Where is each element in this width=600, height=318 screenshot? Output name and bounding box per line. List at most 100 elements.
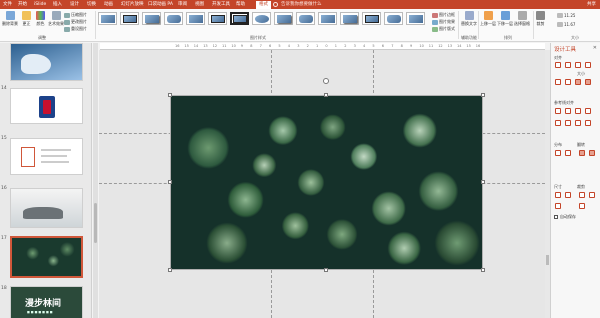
slide-canvas[interactable] xyxy=(99,50,545,318)
align-center-icon[interactable] xyxy=(565,62,571,68)
flip-horizontal-icon[interactable] xyxy=(579,150,585,156)
guide-align-icon[interactable] xyxy=(555,120,561,126)
slide-thumbnail-title[interactable]: 漫步林间 ■ ■ ■ ■ ■ ■ ■ xyxy=(10,286,83,318)
remove-background-button[interactable]: 删除背景 xyxy=(2,11,18,27)
slide-thumbnail-nba[interactable] xyxy=(10,88,83,124)
picture-style-4[interactable] xyxy=(164,12,183,25)
slide-thumbnail-map[interactable] xyxy=(10,43,83,81)
thumbnail-scrollbar[interactable] xyxy=(93,43,98,318)
tab-format[interactable]: 格式 xyxy=(256,1,271,9)
picture-style-9[interactable] xyxy=(274,12,293,25)
resize-handle[interactable] xyxy=(481,93,485,97)
picture-style-11[interactable] xyxy=(318,12,337,25)
distribute-vertical-icon[interactable] xyxy=(565,150,571,156)
slide-thumbnail-photo[interactable] xyxy=(10,188,83,228)
picture-style-1[interactable] xyxy=(98,12,117,25)
width-field[interactable]: 11.67 xyxy=(557,22,575,27)
corrections-button[interactable]: 更正 xyxy=(22,11,31,27)
resize-handle[interactable] xyxy=(481,180,485,184)
guide-align-icon[interactable] xyxy=(565,120,571,126)
picture-style-6[interactable] xyxy=(208,12,227,25)
tab-home[interactable]: 开始 xyxy=(18,1,27,8)
ruler-tick-label: 1 xyxy=(316,44,319,48)
same-height-icon[interactable] xyxy=(585,79,591,85)
picture-style-15[interactable] xyxy=(406,12,425,25)
resize-handle[interactable] xyxy=(481,268,485,272)
tab-animations[interactable]: 动画 xyxy=(104,1,113,8)
tab-review[interactable]: 审阅 xyxy=(178,1,187,8)
share-button[interactable]: 共享 xyxy=(587,1,596,8)
align-bottom-icon[interactable] xyxy=(565,79,571,85)
resize-handle[interactable] xyxy=(168,180,172,184)
slide-thumbnail-forest[interactable] xyxy=(10,236,83,278)
crop-icon[interactable] xyxy=(579,203,585,209)
dimensions-label: 尺寸 xyxy=(554,184,562,189)
crop-icon[interactable] xyxy=(579,192,585,198)
tell-me-search[interactable]: 告诉我你想要做什么 xyxy=(281,1,322,8)
change-picture-button[interactable]: 更改图片 xyxy=(64,19,87,25)
height-field[interactable]: 11.25 xyxy=(557,13,575,18)
same-width-icon[interactable] xyxy=(575,79,581,85)
bring-forward-button[interactable]: 上移一层 xyxy=(480,11,496,27)
picture-style-8[interactable] xyxy=(252,12,271,25)
align-middle-icon[interactable] xyxy=(555,79,561,85)
guide-align-icon[interactable] xyxy=(575,108,581,114)
tab-slideshow[interactable]: 幻灯片放映 xyxy=(121,1,144,8)
picture-effects-button[interactable]: 图片效果 xyxy=(432,19,455,25)
ruler-tick-label: 1 xyxy=(334,44,338,48)
rotate-handle[interactable] xyxy=(323,78,329,84)
resize-handle[interactable] xyxy=(324,93,328,97)
crop-button[interactable]: 裁剪 xyxy=(536,11,545,27)
close-icon[interactable]: ✕ xyxy=(593,45,597,51)
guide-align-icon[interactable] xyxy=(585,108,591,114)
align-top-icon[interactable] xyxy=(585,62,591,68)
picture-style-10[interactable] xyxy=(296,12,315,25)
tab-help[interactable]: 帮助 xyxy=(236,1,245,8)
bring-forward-icon xyxy=(483,11,493,20)
tab-view[interactable]: 视图 xyxy=(195,1,204,8)
tab-pocket-animation[interactable]: 口袋动画 PA xyxy=(148,1,173,8)
reset-picture-button[interactable]: 重设图片 xyxy=(64,26,87,32)
dimension-icon[interactable] xyxy=(565,192,571,198)
picture-style-14[interactable] xyxy=(384,12,403,25)
resize-handle[interactable] xyxy=(168,93,172,97)
tab-developer[interactable]: 开发工具 xyxy=(212,1,230,8)
resize-handle[interactable] xyxy=(168,268,172,272)
distribute-horizontal-icon[interactable] xyxy=(555,150,561,156)
tab-file[interactable]: 文件 xyxy=(3,1,12,8)
guide-align-icon[interactable] xyxy=(555,108,561,114)
tab-transitions[interactable]: 切换 xyxy=(87,1,96,8)
send-backward-button[interactable]: 下移一层 xyxy=(497,11,513,27)
forest-image[interactable] xyxy=(170,95,483,270)
picture-style-7[interactable] xyxy=(230,12,249,25)
picture-style-5[interactable] xyxy=(186,12,205,25)
align-right-icon[interactable] xyxy=(575,62,581,68)
color-button[interactable]: 颜色 xyxy=(36,11,45,27)
tab-insert[interactable]: 插入 xyxy=(53,1,62,8)
selection-pane-button[interactable]: 选择窗格 xyxy=(514,11,530,27)
guide-align-icon[interactable] xyxy=(575,120,581,126)
picture-style-12[interactable] xyxy=(340,12,359,25)
tab-islide[interactable]: iSlide xyxy=(34,1,46,8)
artistic-effects-button[interactable]: 艺术效果 xyxy=(48,11,64,27)
tab-design[interactable]: 设计 xyxy=(70,1,79,8)
compress-pictures-button[interactable]: 压缩图片 xyxy=(64,12,87,18)
picture-style-3[interactable] xyxy=(142,12,161,25)
slide-thumbnail-doc[interactable] xyxy=(10,138,83,175)
align-left-icon[interactable] xyxy=(555,62,561,68)
picture-style-13[interactable] xyxy=(362,12,381,25)
align-label: 对齐 xyxy=(554,55,562,60)
dimension-icon[interactable] xyxy=(555,192,561,198)
crop-icon[interactable] xyxy=(589,192,595,198)
picture-style-2[interactable] xyxy=(120,12,139,25)
alt-text-button[interactable]: 替换文字 xyxy=(461,11,477,27)
guide-align-icon[interactable] xyxy=(585,120,591,126)
autosave-checkbox[interactable] xyxy=(554,215,558,219)
guide-align-icon[interactable] xyxy=(565,108,571,114)
dimension-icon[interactable] xyxy=(555,203,561,209)
flip-vertical-icon[interactable] xyxy=(589,150,595,156)
resize-handle[interactable] xyxy=(324,268,328,272)
ruler-tick-label: 9 xyxy=(410,44,413,48)
picture-layout-button[interactable]: 图片版式 xyxy=(432,26,455,32)
picture-border-button[interactable]: 图片边框 xyxy=(432,12,455,18)
